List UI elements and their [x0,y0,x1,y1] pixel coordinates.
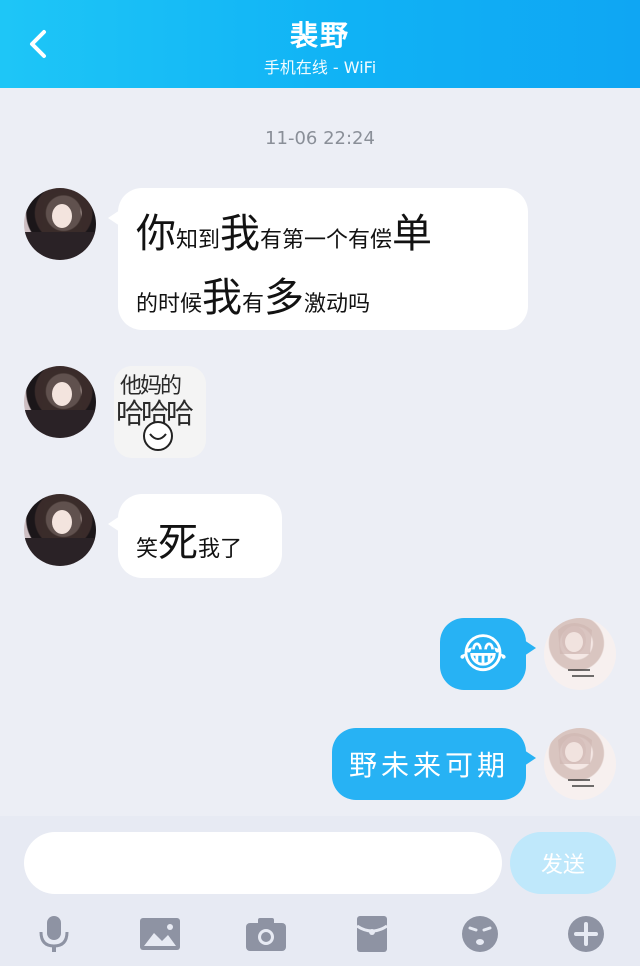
send-button[interactable]: 发送 [510,832,616,894]
red-packet-button[interactable] [348,910,396,958]
message-line-1: 你知到我有第一个有偿单 [136,206,510,270]
contact-name: 裴野 [289,19,350,52]
camera-button[interactable] [242,910,290,958]
text-fragment: 吗 [348,292,371,317]
more-button[interactable] [562,910,610,958]
message-input[interactable] [24,832,502,894]
input-toolbar [0,910,640,958]
text-fragment: 我 [220,211,261,257]
text-fragment: 有 [242,292,265,317]
plus-icon [568,916,604,952]
avatar-image [24,192,96,260]
text-fragment: 知到 [176,228,221,253]
microphone-icon [39,916,69,952]
emoji-button[interactable] [456,910,504,958]
text-fragment: 激动 [304,292,349,317]
text-fragment: 有 [260,228,283,253]
voice-button[interactable] [30,910,78,958]
sticker-message[interactable]: 他妈的 哈哈哈 [114,366,206,458]
message-text: 野未来可期 [348,749,509,782]
photo-button[interactable] [136,910,184,958]
avatar[interactable] [24,494,96,566]
message-timestamp: 11-06 22:24 [265,128,375,149]
text-fragment: 单 [392,211,433,257]
avatar-image [24,498,96,566]
message-bubble[interactable]: 你知到我有第一个有偿单 的时候我有多激动吗 [108,188,528,330]
avatar[interactable] [24,188,96,260]
avatar-image [24,370,96,438]
avatar[interactable] [544,728,616,800]
text-fragment: 时候 [158,292,203,317]
sticker-face-icon [143,421,173,451]
text-fragment: 我了 [198,537,243,562]
text-fragment: 多 [264,275,305,321]
camera-icon [246,918,286,951]
chat-header: 裴野 手机在线 - WiFi [0,0,640,88]
avatar[interactable] [544,618,616,690]
text-fragment: 第一个有偿 [282,228,393,253]
text-fragment: 你 [136,211,176,257]
input-area: 发送 [0,816,640,966]
avatar-image [558,733,594,787]
text-fragment: 死 [158,520,199,566]
text-fragment: 笑 [136,537,159,562]
image-icon [140,918,180,950]
message-bubble[interactable]: 野未来可期 [332,728,536,800]
avatar-image [558,623,594,677]
emoji-message-bubble[interactable]: 😂 [440,618,536,690]
text-fragment: 的 [136,292,159,317]
avatar[interactable] [24,366,96,438]
message-bubble[interactable]: 笑死我了 [108,494,282,578]
emoji-icon [462,916,498,952]
text-fragment: 我 [202,275,243,321]
red-packet-icon [356,916,388,952]
online-status: 手机在线 - WiFi [263,58,377,77]
message-line-2: 的时候我有多激动吗 [136,270,510,334]
laughing-emoji-icon: 😂 [458,629,508,678]
